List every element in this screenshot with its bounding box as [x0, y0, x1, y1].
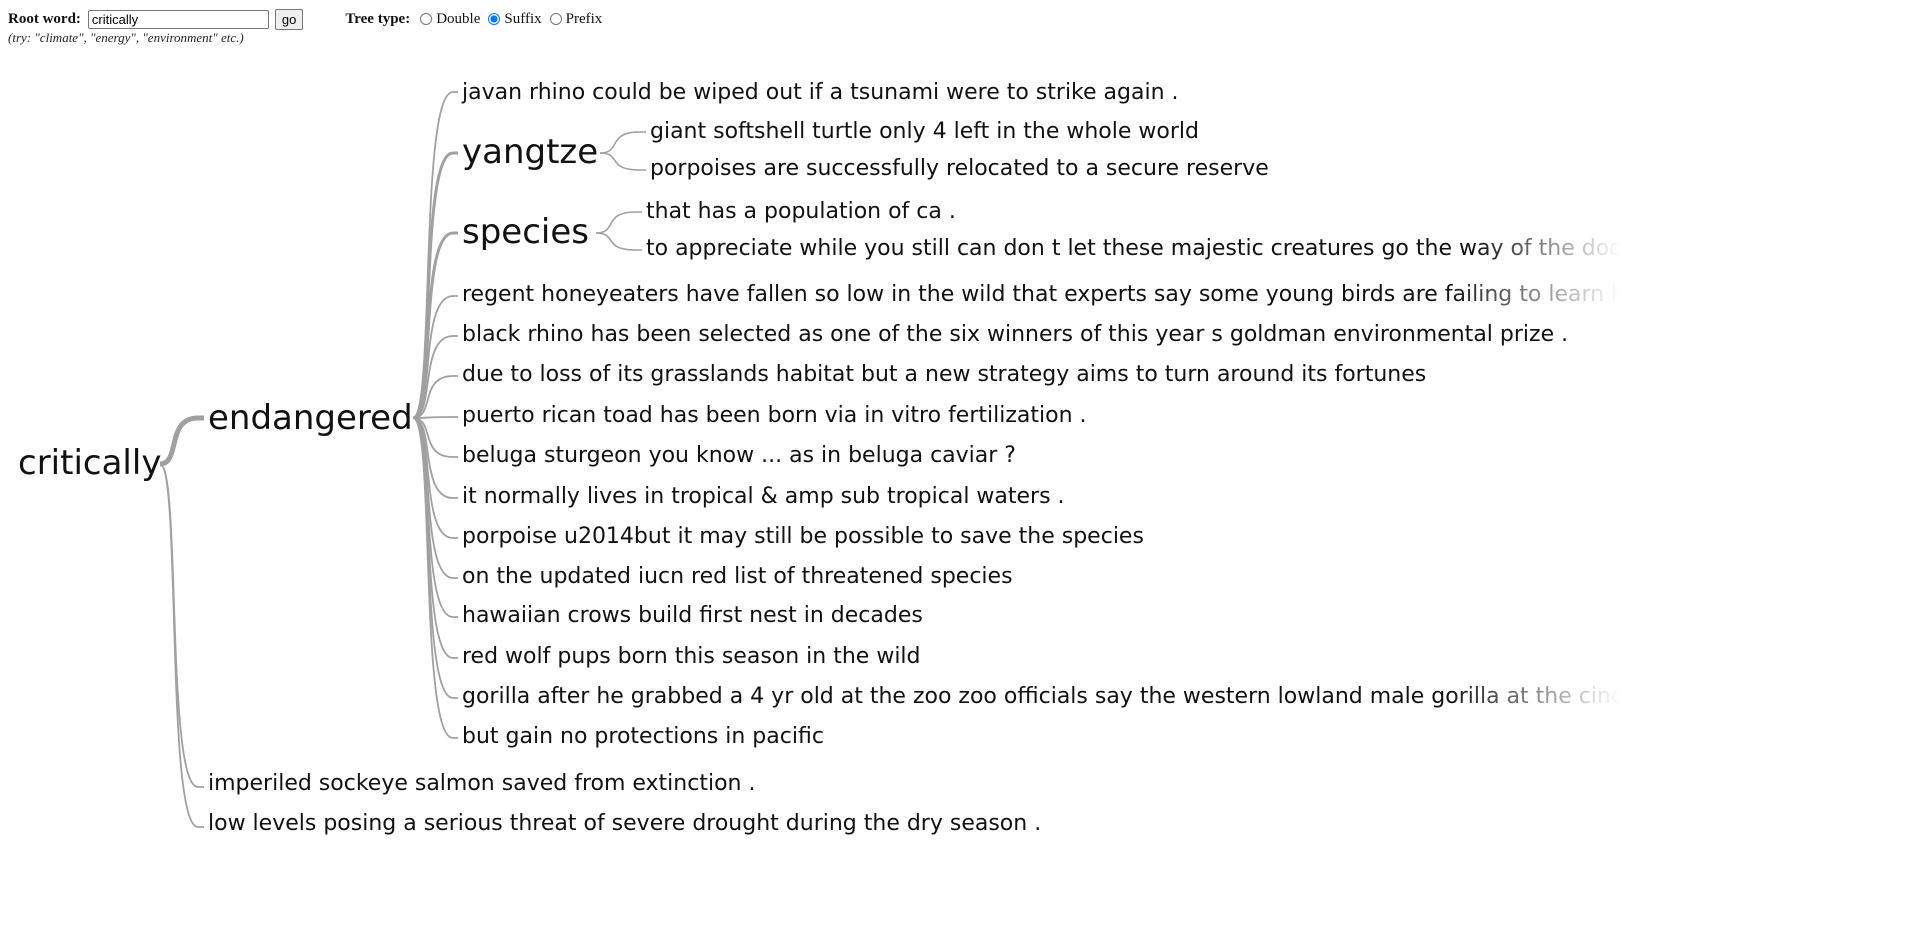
tree-leaf[interactable]: porpoises are successfully relocated to …	[650, 158, 1269, 180]
tree-leaf[interactable]: porpoise u2014but it may still be possib…	[462, 526, 1144, 548]
tree-node-endangered[interactable]: endangered	[208, 401, 413, 435]
tree-leaf[interactable]: red wolf pups born this season in the wi…	[462, 646, 921, 668]
endangered-connector	[412, 151, 458, 420]
tree-leaf[interactable]: low levels posing a serious threat of se…	[208, 813, 1041, 835]
tree-leaf[interactable]: due to loss of its grasslands habitat bu…	[462, 364, 1426, 386]
tree-leaf[interactable]: javan rhino could be wiped out if a tsun…	[462, 82, 1179, 104]
tree-leaf[interactable]: hawaiian crows build first nest in decad…	[462, 605, 923, 627]
root-connector	[159, 463, 204, 828]
tree-leaf[interactable]: black rhino has been selected as one of …	[462, 324, 1568, 346]
species-connector	[595, 232, 642, 251]
tree-root-critically[interactable]: critically	[18, 446, 161, 480]
tree-leaf[interactable]: puerto rican toad has been born via in v…	[462, 405, 1087, 427]
tree-leaf[interactable]: imperiled sockeye salmon saved from exti…	[208, 773, 755, 795]
tree-leaf[interactable]: that has a population of ca .	[646, 201, 956, 223]
tree-leaf[interactable]: regent honeyeaters have fallen so low in…	[462, 284, 1621, 306]
root-connector	[159, 463, 204, 788]
tree-leaf[interactable]: but gain no protections in pacific	[462, 726, 824, 748]
word-tree: critically endangered javan rhino could …	[0, 0, 1920, 937]
tree-leaf[interactable]: beluga sturgeon you know ... as in belug…	[462, 445, 1016, 467]
yangtze-connector	[599, 131, 646, 154]
tree-leaf[interactable]: gorilla after he grabbed a 4 yr old at t…	[462, 686, 1621, 708]
species-connector	[595, 211, 642, 234]
root-connector	[159, 415, 204, 467]
tree-node-yangtze[interactable]: yangtze	[462, 135, 598, 169]
tree-node-species[interactable]: species	[462, 215, 589, 249]
tree-leaf[interactable]: giant softshell turtle only 4 left in th…	[650, 121, 1199, 143]
tree-leaf[interactable]: on the updated iucn red list of threaten…	[462, 566, 1013, 588]
endangered-connector	[412, 417, 458, 699]
tree-leaf[interactable]: to appreciate while you still can don t …	[646, 238, 1621, 260]
endangered-connector	[412, 231, 458, 420]
tree-leaf[interactable]: it normally lives in tropical & amp sub …	[462, 486, 1065, 508]
yangtze-connector	[599, 152, 646, 171]
endangered-connector	[412, 91, 458, 419]
endangered-connector	[412, 416, 458, 419]
